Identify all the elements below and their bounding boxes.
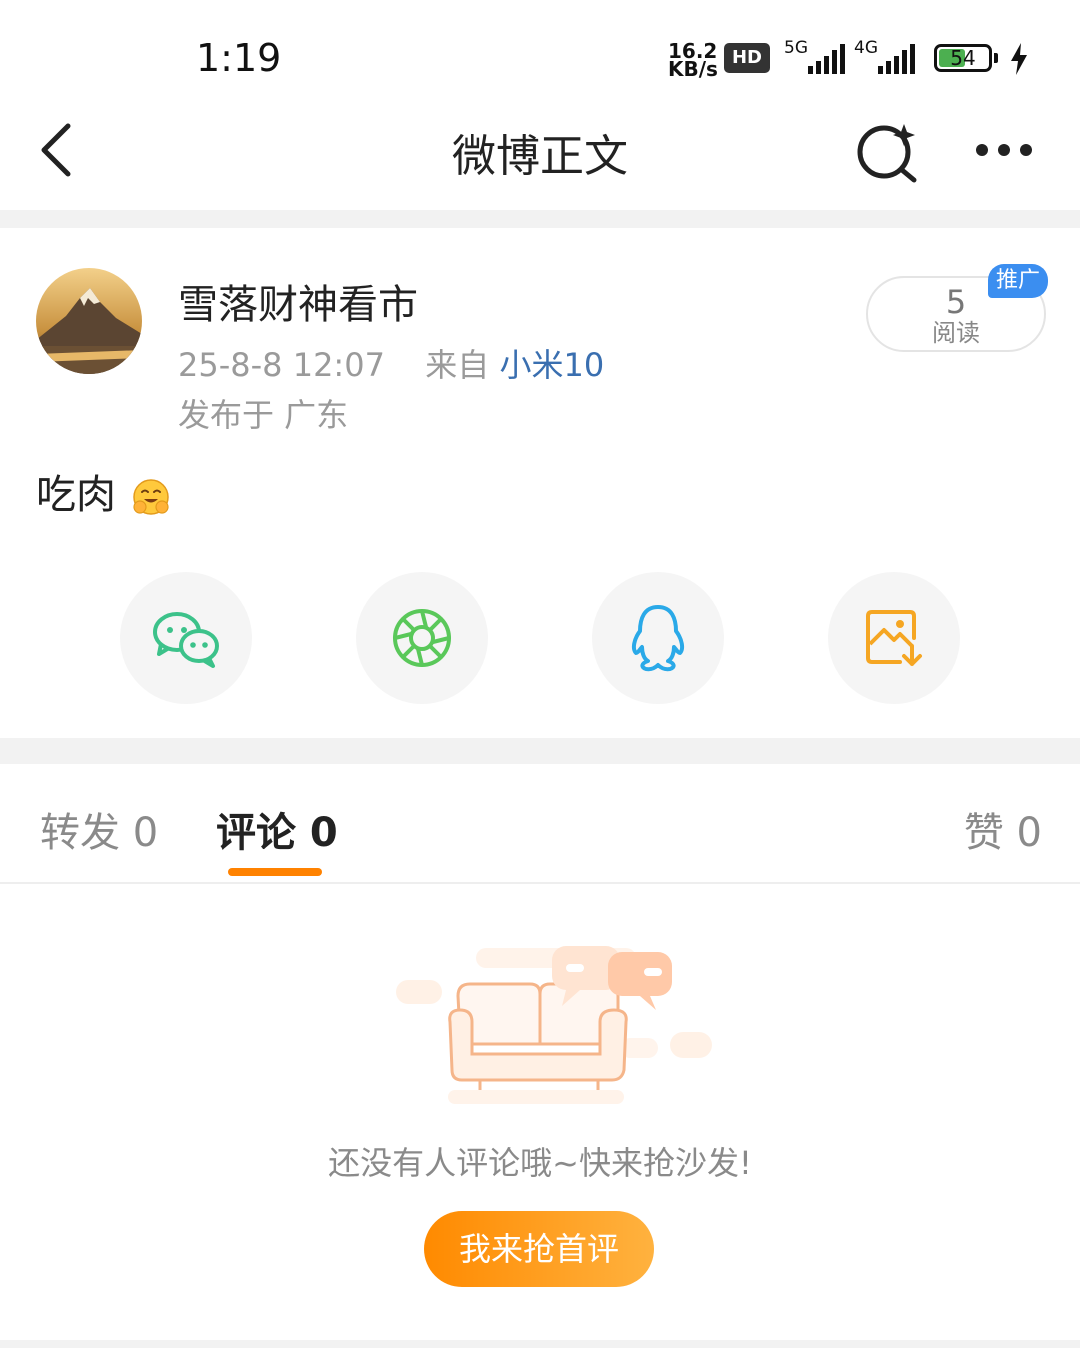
tab-divider [0,882,1080,884]
qq-icon [631,605,685,672]
ai-search-button[interactable] [852,118,922,188]
post-location: 发布于 广东 [178,396,349,434]
signal-4g-label: 4G [854,38,878,58]
avatar-image [36,268,142,374]
battery-icon: 54 [934,44,992,72]
network-speed-unit: KB/s [668,57,718,81]
empty-sofa-illustration [396,946,712,1104]
empty-comments-message: 还没有人评论哦~快来抢沙发! [328,1144,752,1182]
share-qq-button[interactable] [592,572,724,704]
battery-level: 54 [950,46,976,70]
tab-comments[interactable]: 评论 0 [216,800,338,858]
signal-5g-icon: 5G [784,38,854,76]
post-content: 吃肉 [36,462,171,520]
more-dots-icon [976,144,1032,156]
bottom-divider [0,1340,1080,1348]
section-divider [0,738,1080,764]
read-count-label: 阅读 [932,319,980,347]
wechat-icon [153,612,219,668]
share-moments-button[interactable] [356,572,488,704]
signal-4g-icon: 4G [854,38,924,76]
top-navbar: 微博正文 [0,100,1080,210]
first-comment-button[interactable]: 我来抢首评 [424,1211,654,1287]
charging-bolt-icon [1011,43,1027,75]
status-bar: 1:19 16.2 KB/s HD 5G 4G 54 [0,0,1080,100]
hug-face-emoji-icon [132,479,169,515]
status-time: 1:19 [196,36,282,80]
post-text: 吃肉 [36,472,116,518]
post-meta: 25-8-8 12:07 来自 小米10 [178,340,604,386]
post-timestamp: 25-8-8 12:07 [178,346,385,384]
save-image-button[interactable] [828,572,960,704]
tab-repost[interactable]: 转发 0 [40,800,158,858]
author-name[interactable]: 雪落财神看市 [178,272,418,330]
more-button[interactable] [968,130,1040,170]
section-divider [0,210,1080,228]
signal-5g-label: 5G [784,38,808,58]
save-image-icon [866,610,922,666]
source-device-link[interactable]: 小米10 [499,346,604,384]
tab-likes[interactable]: 赞 0 [964,800,1042,858]
moments-icon [393,609,451,667]
avatar[interactable] [36,268,142,374]
share-wechat-button[interactable] [120,572,252,704]
network-speed: 16.2 KB/s [668,41,718,81]
active-tab-indicator [228,868,322,876]
ai-search-icon [857,124,917,183]
source-prefix: 来自 [425,346,490,384]
hd-voice-badge: HD [724,43,770,73]
promote-badge[interactable]: 推广 [988,264,1048,298]
